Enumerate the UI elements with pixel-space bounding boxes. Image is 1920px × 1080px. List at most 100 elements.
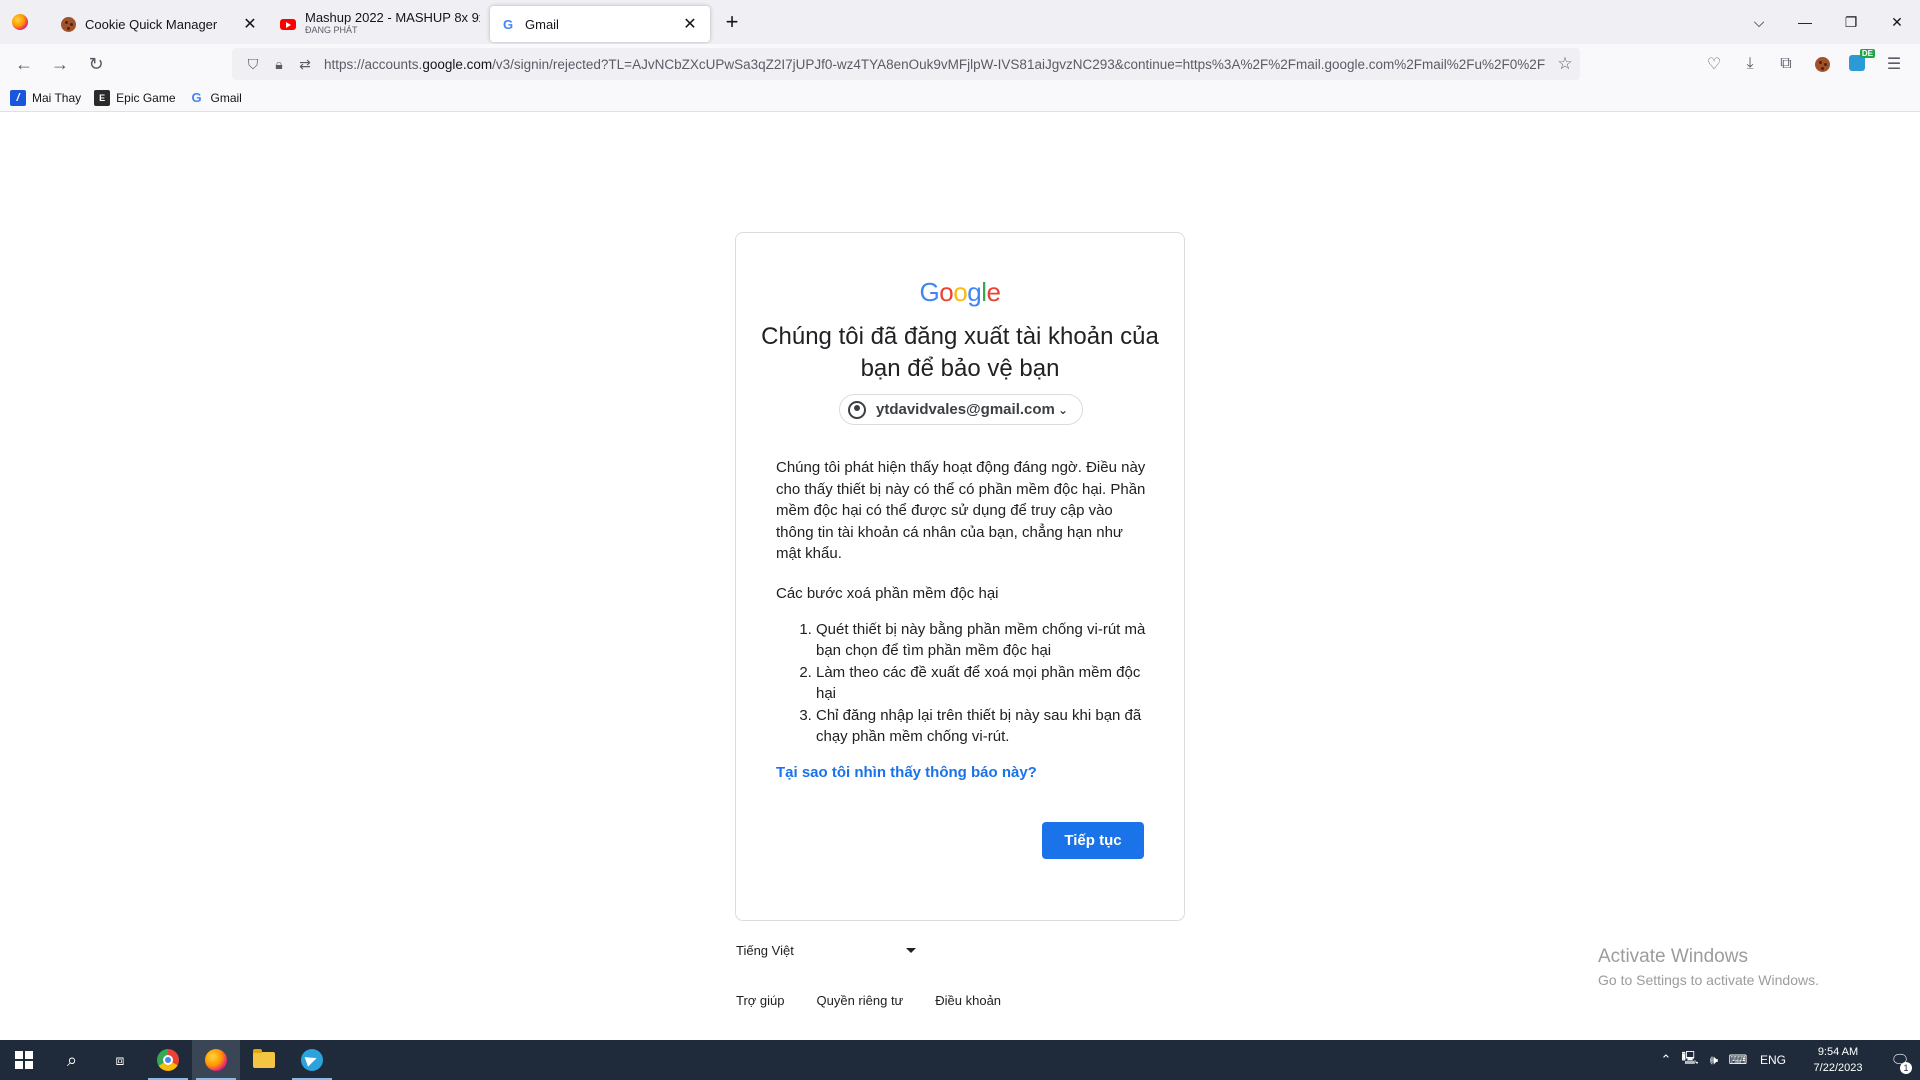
clock-date: 7/22/2023 [1813, 1062, 1863, 1074]
taskbar-firefox[interactable] [192, 1040, 240, 1080]
watermark-title: Activate Windows [1598, 946, 1748, 967]
taskbar-telegram[interactable] [288, 1040, 336, 1080]
address-bar[interactable]: ⛉ 🔒︎ ⇄ https://accounts.google.com/v3/si… [232, 48, 1580, 80]
continue-button[interactable]: Tiếp tục [1042, 822, 1144, 859]
youtube-icon [280, 16, 296, 32]
terms-link[interactable]: Điều khoản [935, 993, 1001, 1008]
list-all-tabs-icon[interactable]: ⌵ [1736, 0, 1782, 44]
logo-letter: o [939, 277, 954, 307]
cookie-extension-icon[interactable] [1804, 48, 1840, 80]
logo-letter: o [953, 277, 968, 307]
list-item: Làm theo các đề xuất để xoá mọi phần mềm… [816, 662, 1146, 704]
bookmark-gmail[interactable]: G Gmail [189, 90, 242, 106]
steps-title: Các bước xoá phần mềm độc hại [776, 585, 999, 602]
reload-button[interactable]: ↻ [80, 48, 112, 80]
why-seeing-this-link[interactable]: Tại sao tôi nhìn thấy thông báo này? [776, 764, 1037, 781]
signin-rejected-card: Google Chúng tôi đã đăng xuất tài khoản … [735, 232, 1185, 921]
notification-count: 1 [1900, 1062, 1912, 1074]
tab-youtube-mashup[interactable]: Mashup 2022 - MASHUP 8x 9x ĐANG PHÁT [270, 6, 490, 42]
minimize-button[interactable]: — [1782, 0, 1828, 44]
bookmark-favicon: / [10, 89, 26, 106]
tab-title: Mashup 2022 - MASHUP 8x 9x [305, 12, 480, 25]
logo-letter: g [967, 277, 982, 307]
activate-windows-watermark: Activate Windows Go to Settings to activ… [1598, 946, 1819, 988]
account-email: ytdavidvales@gmail.com [876, 401, 1055, 418]
logo-letter: G [919, 277, 940, 307]
account-circle-icon [848, 400, 866, 419]
back-button[interactable]: ← [8, 48, 40, 80]
tab-gmail[interactable]: G Gmail ✕ [490, 6, 710, 42]
tab-strip: Cookie Quick Manager ✕ Mashup 2022 - MAS… [0, 0, 1920, 44]
tab-playing-label: ĐANG PHÁT [305, 25, 358, 35]
language-label: Tiếng Việt [736, 943, 794, 958]
bookmark-epic-game[interactable]: E Epic Game [94, 89, 176, 106]
translate-extension-icon[interactable]: DE [1840, 48, 1876, 80]
tab-cookie-quick-manager[interactable]: Cookie Quick Manager ✕ [50, 6, 270, 42]
telegram-icon [301, 1049, 323, 1071]
page-title: Chúng tôi đã đăng xuất tài khoản của bạn… [761, 323, 1159, 382]
close-tab-icon[interactable]: ✕ [680, 14, 700, 34]
account-chooser[interactable]: ytdavidvales@gmail.com ⌄ [839, 394, 1083, 425]
google-logo: Google [736, 277, 1184, 308]
system-tray: ⌃ 🖳︎ 🕪︎ ⌨ ENG 9:54 AM 7/22/2023 🗨︎ 1 [1654, 1040, 1920, 1080]
forward-button[interactable]: → [44, 48, 76, 80]
downloads-icon[interactable]: ⤓ [1732, 48, 1768, 80]
taskbar-file-explorer[interactable] [240, 1040, 288, 1080]
chevron-down-icon: ⌄ [1058, 402, 1069, 417]
windows-icon [15, 1051, 33, 1069]
keyboard-icon[interactable]: ⌨ [1726, 1052, 1750, 1068]
bookmark-label: Mai Thay [32, 90, 82, 105]
task-view-button[interactable]: ⧈ [96, 1040, 144, 1080]
help-link[interactable]: Trợ giúp [736, 993, 785, 1008]
bookmark-label: Epic Game [116, 90, 176, 105]
firefox-menu-icon[interactable] [0, 0, 40, 44]
google-icon: G [191, 90, 202, 105]
list-item: Quét thiết bị này bằng phần mềm chống vi… [816, 619, 1146, 661]
tracking-protection-icon[interactable]: ⛉ [240, 51, 266, 77]
tab-title: Gmail [525, 16, 559, 32]
cookie-icon [60, 16, 76, 32]
bookmarks-toolbar: / Mai Thay E Epic Game G Gmail [0, 84, 1920, 112]
bookmark-mai-thay[interactable]: / Mai Thay [10, 89, 82, 106]
extensions-icon[interactable]: ⧉ [1768, 48, 1804, 80]
language-selector[interactable]: Tiếng Việt [736, 943, 916, 958]
task-view-icon: ⧈ [115, 1051, 125, 1068]
folder-icon [253, 1049, 275, 1068]
taskbar-chrome[interactable] [144, 1040, 192, 1080]
start-button[interactable] [0, 1040, 48, 1080]
clock-time: 9:54 AM [1817, 1046, 1859, 1058]
search-button[interactable]: ⌕ [48, 1040, 96, 1080]
navigation-toolbar: ← → ↻ ⛉ 🔒︎ ⇄ https://accounts.google.com… [0, 44, 1920, 84]
search-icon: ⌕ [66, 1049, 78, 1070]
dropdown-arrow-icon [906, 948, 916, 953]
privacy-link[interactable]: Quyền riêng tư [817, 993, 904, 1008]
epic-games-icon: E [94, 89, 111, 106]
close-tab-icon[interactable]: ✕ [240, 14, 260, 34]
chrome-icon [157, 1049, 179, 1071]
list-item: Chỉ đăng nhập lại trên thiết bị này sau … [816, 705, 1146, 747]
close-window-button[interactable]: ✕ [1874, 0, 1920, 44]
permissions-icon[interactable]: ⇄ [292, 51, 318, 77]
url-text[interactable]: https://accounts.google.com/v3/signin/re… [324, 57, 1550, 72]
clock[interactable]: 9:54 AM 7/22/2023 [1806, 1044, 1870, 1076]
bookmark-label: Gmail [210, 90, 242, 105]
restore-button[interactable]: ❐ [1828, 0, 1874, 44]
watermark-subtitle: Go to Settings to activate Windows. [1598, 972, 1819, 988]
firefox-icon [205, 1049, 227, 1071]
warning-description: Chúng tôi phát hiện thấy hoạt động đáng … [776, 459, 1146, 562]
show-hidden-icons-icon[interactable]: ⌃ [1654, 1052, 1678, 1068]
bookmark-star-icon[interactable]: ☆ [1550, 54, 1580, 74]
lock-icon[interactable]: 🔒︎ [266, 51, 292, 77]
pocket-icon[interactable]: ♡ [1696, 48, 1732, 80]
network-icon[interactable]: 🖳︎ [1678, 1049, 1702, 1071]
windows-taskbar: ⌕ ⧈ ⌃ 🖳︎ 🕪︎ ⌨ ENG 9:54 AM 7/22/2023 🗨︎ 1 [0, 1040, 1920, 1080]
action-center-button[interactable]: 🗨︎ 1 [1880, 1040, 1920, 1080]
footer-links: Trợ giúp Quyền riêng tư Điều khoản [736, 993, 1033, 1008]
steps-list: Quét thiết bị này bằng phần mềm chống vi… [776, 619, 1146, 748]
new-tab-button[interactable]: + [714, 4, 750, 40]
logo-letter: e [986, 277, 1001, 307]
tab-title: Cookie Quick Manager [85, 16, 218, 32]
input-language[interactable]: ENG [1760, 1053, 1786, 1067]
menu-icon[interactable]: ☰ [1876, 48, 1912, 80]
volume-icon[interactable]: 🕪︎ [1702, 1052, 1726, 1068]
